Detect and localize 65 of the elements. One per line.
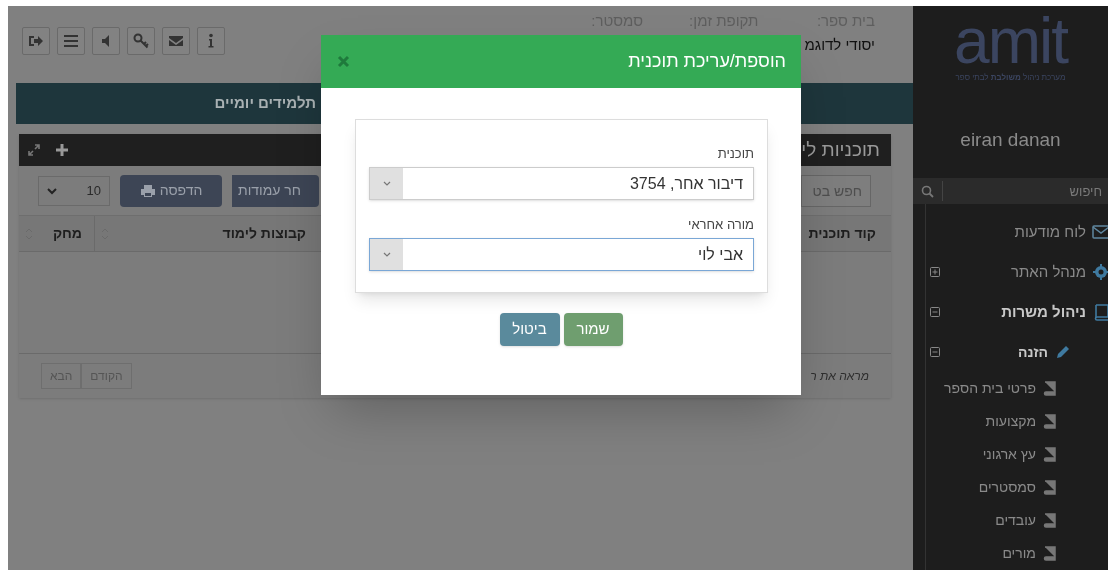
user-name: eiran danan: [960, 128, 1061, 153]
book-icon: [1092, 303, 1108, 321]
toolbar-button[interactable]: [92, 27, 120, 55]
select-field[interactable]: אבי לוי: [369, 238, 754, 271]
logo: amit: [954, 10, 1067, 72]
close-icon: [337, 54, 350, 68]
add-button[interactable]: [53, 142, 69, 158]
search-icon: [921, 184, 934, 198]
book-icon: [1042, 511, 1056, 530]
plus-icon: [55, 143, 69, 157]
select-field[interactable]: דיבור אחר, 3754: [369, 167, 754, 200]
cancel-button[interactable]: ביטול: [499, 313, 560, 346]
book-icon: [1042, 379, 1056, 398]
menu-item[interactable]: עובדים: [995, 510, 1056, 531]
book-icon: [1042, 478, 1056, 497]
collapse-toggle[interactable]: [930, 307, 940, 317]
field-value: יסודי לדוגמ: [804, 36, 875, 54]
toolbar-button[interactable]: [127, 27, 155, 55]
menu-item[interactable]: פרטי בית הספר: [944, 378, 1056, 399]
column-header: מחק: [52, 224, 82, 243]
book-icon: [1042, 544, 1056, 563]
field-label: תוכנית: [716, 146, 754, 162]
banner-title: תלמידים יומיים: [214, 93, 316, 114]
close-button[interactable]: [336, 54, 350, 69]
table-info: מראה את ר: [810, 368, 869, 385]
toolbar-button[interactable]: [197, 27, 225, 55]
page-size-select[interactable]: 10: [38, 175, 110, 206]
expand-button[interactable]: [25, 142, 41, 158]
printer-icon: [139, 183, 156, 198]
menu-item[interactable]: מקצועות: [985, 411, 1056, 432]
chevron-icon: [382, 251, 391, 258]
columns-button[interactable]: חר עמודות: [232, 174, 319, 207]
menu-icon: [62, 32, 80, 50]
key-icon: [132, 32, 150, 50]
book-icon: [1042, 412, 1056, 431]
panel-title: תוכניות לי: [801, 137, 880, 162]
expand-icon: [27, 143, 41, 157]
page-size-value: 10: [86, 181, 101, 200]
pencil-icon: [1054, 343, 1072, 361]
field-label: מורה אחראי: [687, 217, 754, 233]
envelope-icon: [1092, 223, 1108, 241]
column-header: קוד תוכנית: [808, 224, 876, 243]
menu-item[interactable]: עץ ארגוני: [982, 444, 1056, 465]
chevron-icon: [382, 180, 391, 187]
print-button[interactable]: הדפסה: [120, 174, 222, 207]
plus-box-icon: [930, 267, 940, 277]
search-field[interactable]: חיפוש: [913, 178, 1108, 204]
save-button[interactable]: שמור: [563, 313, 623, 346]
minus-box-icon: [930, 307, 940, 317]
menu-item[interactable]: מורים: [1002, 543, 1056, 564]
menu-item[interactable]: הזנה: [1017, 341, 1072, 363]
caret-icon: [47, 186, 57, 195]
expand-toggle[interactable]: [930, 267, 940, 277]
toolbar-button[interactable]: [22, 27, 50, 55]
menu-item[interactable]: ניהול משרות: [1001, 300, 1108, 324]
toolbar-button[interactable]: [57, 27, 85, 55]
toolbar-button[interactable]: [162, 27, 190, 55]
collapse-toggle[interactable]: [930, 347, 940, 357]
minus-box-icon: [930, 347, 940, 357]
book-icon: [1042, 445, 1056, 464]
menu-item[interactable]: לוח מודעות: [1014, 220, 1108, 244]
menu-item[interactable]: מנהל האתר: [1010, 260, 1108, 284]
dialog-title: הוספת/עריכת תוכנית: [628, 50, 786, 73]
column-header: קבוצות לימוד: [222, 224, 306, 243]
menu-item[interactable]: סמסטרים: [978, 477, 1056, 498]
